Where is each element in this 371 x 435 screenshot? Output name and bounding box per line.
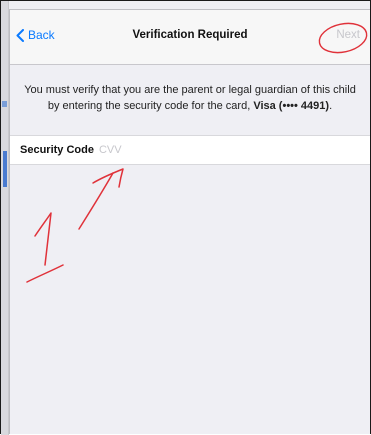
background-app-mark [2,101,7,107]
security-code-label: Security Code [20,144,94,156]
back-button-label: Back [28,28,55,42]
verification-message: You must verify that you are the parent … [20,82,360,114]
background-app-edge [1,1,9,435]
next-button[interactable]: Next [336,29,360,41]
card-name: Visa (•••• 4491) [253,100,330,112]
screenshot-frame: Back Verification Required Next You must… [0,0,371,435]
message-end: . [329,100,333,112]
security-code-input[interactable] [98,144,299,156]
back-button[interactable]: Back [16,28,55,42]
background-app-highlight [3,151,7,187]
page-title: Verification Required [132,29,248,41]
chevron-left-icon [16,28,24,42]
security-code-row[interactable]: Security Code [10,135,370,165]
navigation-bar: Back Verification Required Next [10,10,370,65]
verification-sheet: Back Verification Required Next You must… [9,9,370,434]
